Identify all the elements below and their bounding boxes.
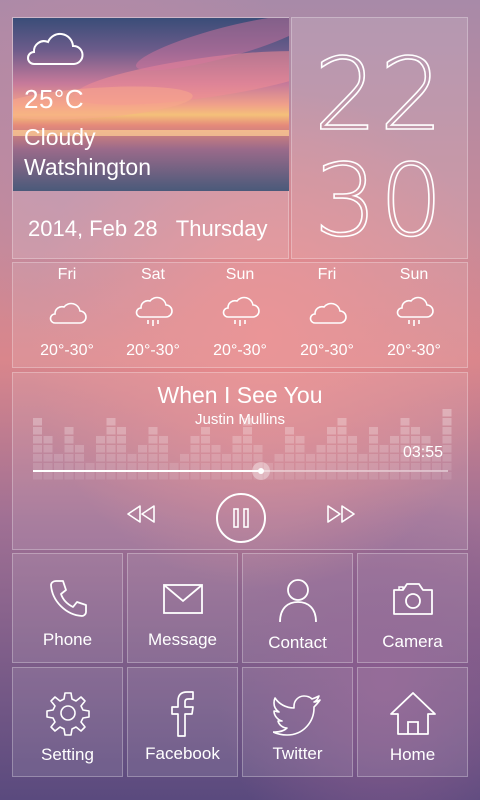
pause-icon [233, 508, 249, 528]
app-label: Contact [268, 633, 327, 652]
clock-minutes: 30 [313, 142, 446, 259]
forecast-day: Sun 20°-30° [370, 263, 458, 367]
envelope-icon [162, 584, 203, 614]
weekday-text: Thursday [175, 216, 268, 241]
cloud-icon [27, 32, 84, 65]
cloud-icon [309, 302, 347, 324]
app-phone[interactable]: Phone [12, 553, 123, 663]
forecast-day-name: Fri [57, 266, 77, 283]
camera-icon [392, 583, 433, 615]
progress-bar[interactable] [33, 462, 448, 480]
app-label: Facebook [145, 744, 220, 763]
rain-cloud-icon [396, 296, 434, 326]
rain-cloud-icon [135, 296, 173, 326]
app-label: Home [389, 745, 436, 764]
person-icon [278, 579, 317, 623]
rewind-icon[interactable] [123, 502, 159, 526]
fast-forward-icon[interactable] [323, 502, 359, 526]
phone-icon [49, 580, 87, 617]
forecast-temp: 20°-30° [40, 342, 94, 359]
forecast-temp: 20°-30° [213, 342, 267, 359]
weather-temperature: 25°C [24, 84, 85, 114]
forecast-day-name: Fri [317, 266, 337, 283]
app-contact[interactable]: Contact [242, 553, 353, 663]
app-facebook[interactable]: Facebook [127, 667, 238, 777]
forecast-day: Sun 20°-30° [196, 263, 284, 367]
app-label: Message [148, 630, 217, 649]
song-artist: Justin Mullins [194, 411, 286, 428]
weather-forecast[interactable]: Fri 20°-30° Sat 20°-30° Sun 20°-30° Fri … [12, 262, 468, 368]
rain-cloud-icon [222, 296, 260, 326]
weather-card[interactable]: 25°C Cloudy Watshington 2014, Feb 28 Thu… [12, 17, 289, 259]
forecast-day: Sat 20°-30° [109, 263, 197, 367]
weather-condition: Cloudy [24, 124, 96, 150]
date-text: 2014, Feb 28 [28, 216, 158, 241]
clock-widget[interactable]: 22 30 [291, 17, 468, 259]
app-home[interactable]: Home [357, 667, 468, 777]
app-twitter[interactable]: Twitter [242, 667, 353, 777]
app-camera[interactable]: Camera [357, 553, 468, 663]
music-player[interactable]: When I See You Justin Mullins 03:55 [12, 372, 468, 550]
twitter-bird-icon [272, 695, 321, 736]
house-icon [389, 692, 436, 735]
forecast-day: Fri 20°-30° [23, 263, 111, 367]
forecast-temp: 20°-30° [387, 342, 441, 359]
progress-fill [33, 470, 262, 472]
facebook-icon [170, 691, 194, 737]
app-setting[interactable]: Setting [12, 667, 123, 777]
forecast-day-name: Sun [225, 266, 255, 283]
app-message[interactable]: Message [127, 553, 238, 663]
app-label: Setting [41, 745, 94, 764]
forecast-temp: 20°-30° [300, 342, 354, 359]
weather-city: Watshington [24, 154, 151, 180]
forecast-day: Fri 20°-30° [283, 263, 371, 367]
app-label: Camera [382, 632, 443, 651]
gear-icon [45, 692, 90, 736]
forecast-day-name: Sat [140, 266, 165, 283]
date-display: 2014, Feb 28 Thursday [28, 216, 268, 242]
song-title: When I See You [157, 382, 323, 408]
clock-hours: 22 [313, 36, 446, 153]
cloud-icon [49, 302, 87, 324]
song-time: 03:55 [402, 444, 443, 461]
pause-button[interactable] [216, 493, 266, 543]
app-label: Phone [42, 630, 93, 649]
forecast-day-name: Sun [399, 266, 429, 283]
forecast-temp: 20°-30° [126, 342, 180, 359]
app-label: Twitter [272, 744, 323, 763]
